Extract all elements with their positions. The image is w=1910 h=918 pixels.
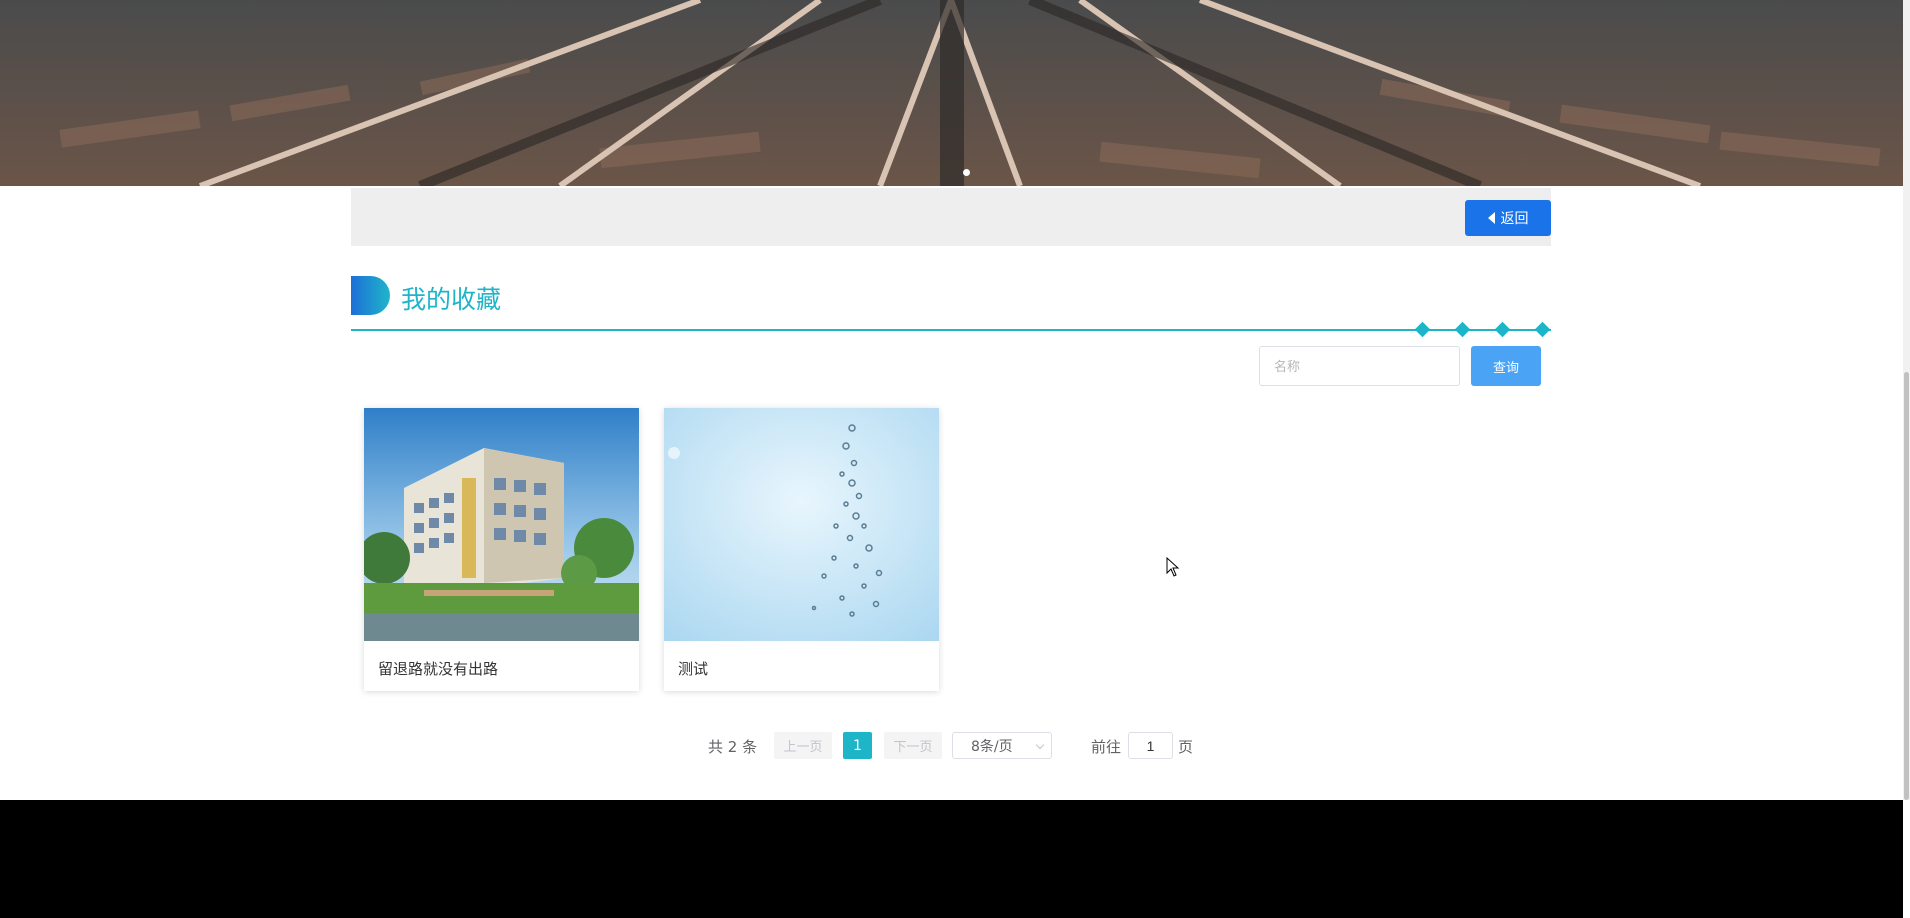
favorite-title: 测试: [678, 660, 709, 678]
search-button[interactable]: 查询: [1471, 346, 1541, 386]
page-title: 我的收藏: [401, 285, 502, 314]
goto-page-input[interactable]: [1128, 732, 1173, 759]
goto-label: 前往: [1091, 738, 1122, 756]
page-size-select[interactable]: 8条/页: [952, 732, 1052, 759]
favorite-card[interactable]: 测试: [664, 408, 939, 691]
favorite-title: 留退路就没有出路: [378, 660, 499, 678]
diamond-icon: [1414, 321, 1431, 338]
mouse-cursor-icon: [1166, 557, 1180, 577]
page: 返回 我的收藏 查询: [0, 0, 1910, 918]
diamond-icon: [1494, 321, 1511, 338]
back-button-label: 返回: [1500, 211, 1529, 227]
card-image-bubbles: [664, 408, 939, 641]
page-size-value: 8条/页: [971, 738, 1013, 755]
section-header: 我的收藏: [351, 276, 1551, 338]
diamond-icon: [1534, 321, 1551, 338]
next-page-button[interactable]: 下一页: [884, 732, 942, 759]
back-button[interactable]: 返回: [1465, 200, 1551, 236]
toolbar: 返回: [351, 188, 1551, 246]
diamond-icon: [1454, 321, 1471, 338]
card-image-building: [364, 408, 639, 641]
page-suffix-label: 页: [1178, 738, 1194, 756]
title-divider: [351, 329, 1551, 331]
banner-carousel[interactable]: [0, 0, 1903, 186]
carousel-indicator-dot[interactable]: [963, 169, 970, 176]
favorite-card[interactable]: 留退路就没有出路: [364, 408, 639, 691]
page-number-current[interactable]: 1: [843, 732, 872, 759]
pagination-total: 共 2 条: [708, 738, 758, 756]
pagination: 共 2 条 上一页 1 下一页 8条/页 前往 页: [0, 732, 1910, 760]
prev-page-button[interactable]: 上一页: [774, 732, 832, 759]
page-scrollbar[interactable]: [1903, 0, 1910, 800]
chevron-down-icon: [1035, 740, 1045, 750]
railway-banner-image: [0, 0, 1903, 186]
caret-left-icon: [1487, 212, 1495, 224]
footer: [0, 800, 1903, 918]
title-badge-icon: [351, 276, 390, 315]
name-search-input[interactable]: [1259, 346, 1460, 386]
